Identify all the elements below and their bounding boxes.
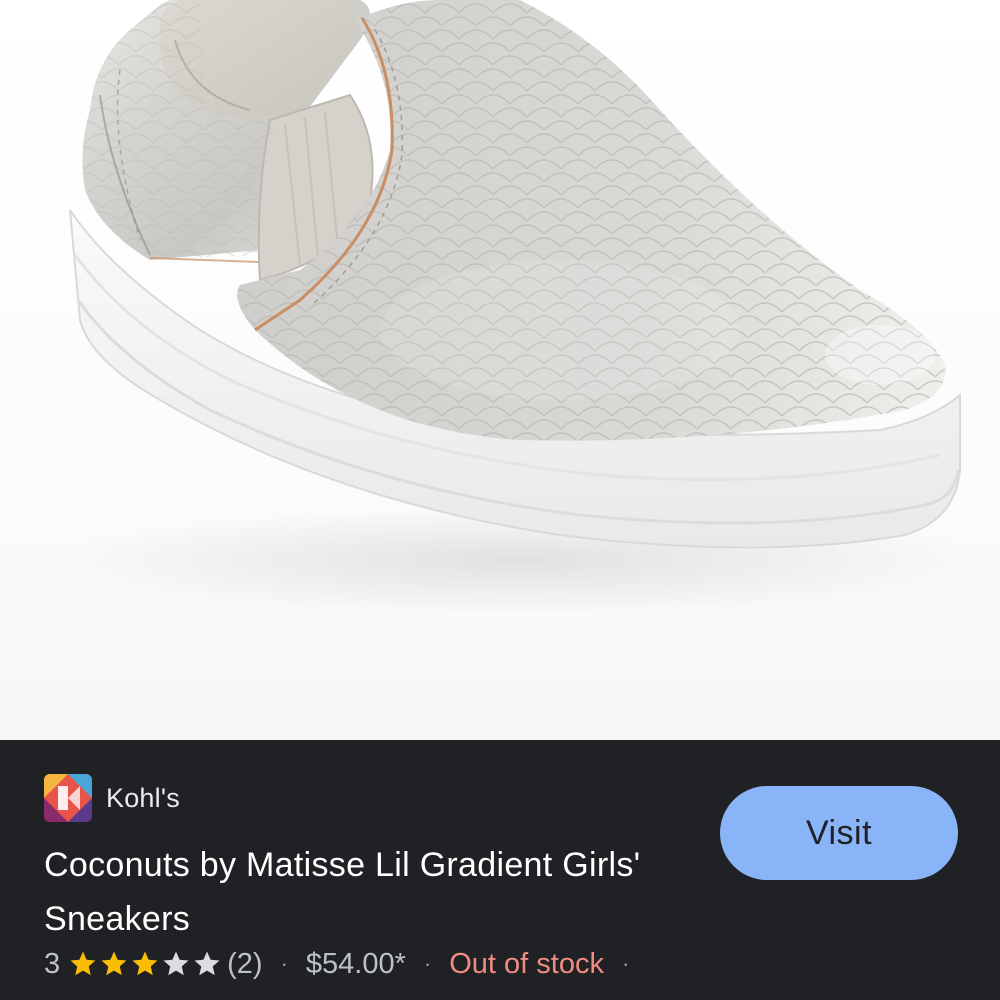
separator-dot: ·	[423, 951, 432, 976]
merchant-row[interactable]: Kohl's	[44, 774, 180, 822]
rating-value: 3	[44, 947, 61, 980]
star-empty-icon	[163, 951, 189, 976]
kohls-logo-icon	[44, 774, 92, 822]
star-empty-icon	[194, 951, 220, 976]
review-count[interactable]: (2)	[227, 948, 262, 981]
star-filled-icon	[70, 951, 96, 976]
product-image[interactable]	[0, 0, 1000, 740]
silver-slip-on-sneaker-image	[50, 0, 990, 615]
star-filled-icon	[132, 951, 158, 976]
availability-status: Out of stock	[449, 947, 604, 980]
price: $54.00*	[305, 947, 406, 980]
separator-dot: ·	[621, 951, 630, 976]
star-filled-icon	[101, 951, 127, 976]
separator-dot: ·	[280, 951, 288, 976]
merchant-name: Kohl's	[106, 782, 180, 813]
product-title[interactable]: Coconuts by Matisse Lil Gradient Girls' …	[44, 838, 684, 946]
product-info-panel: Kohl's Coconuts by Matisse Lil Gradient …	[0, 740, 1000, 1000]
rating-stars	[68, 949, 223, 979]
google-shopping-product-card: Kohl's Coconuts by Matisse Lil Gradient …	[0, 0, 1000, 1000]
visit-button[interactable]: Visit	[720, 786, 958, 880]
product-meta-row: 3 (2) · $54.00* · Out of stock ·	[44, 944, 647, 984]
